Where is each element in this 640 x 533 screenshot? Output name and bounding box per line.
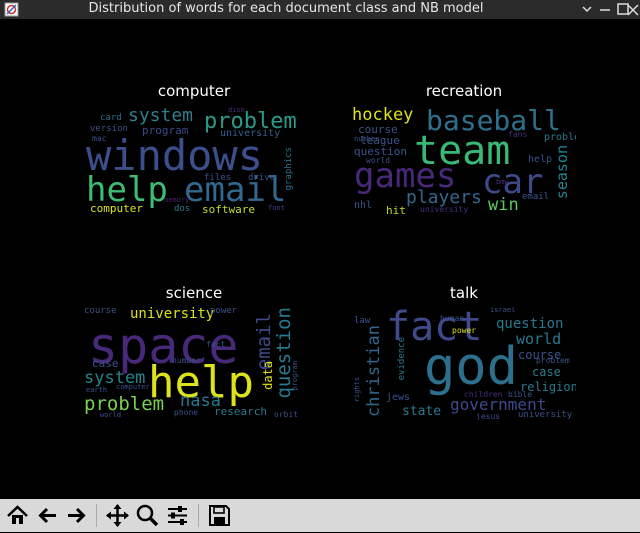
cloud-word: number [354, 135, 380, 143]
cloud-word: number [172, 356, 201, 365]
cloud-word: power [210, 307, 238, 316]
cloud-word: power [452, 326, 477, 335]
window-titlebar: Distribution of words for each document … [0, 0, 640, 19]
cloud-word: children [464, 390, 503, 399]
cloud-word: mac [92, 134, 107, 143]
cloud-word: fans [508, 130, 528, 139]
cloud-word: university [420, 205, 469, 214]
cloud-word: research [214, 405, 267, 418]
cloud-word: drive [248, 173, 276, 183]
cloud-word: university [518, 410, 573, 420]
cloud-word: software [202, 203, 255, 216]
cloud-word: god [424, 337, 518, 397]
cloud-word: world [366, 156, 391, 165]
sliders-icon [168, 506, 187, 525]
arrow-right-icon [68, 507, 86, 524]
cloud-word: christian [364, 325, 384, 418]
cloud-word: nhl [354, 200, 373, 211]
maximize-button[interactable] [596, 1, 614, 18]
cloud-word: problem [84, 393, 165, 415]
cloud-word: state [402, 404, 442, 419]
cloud-word: program [291, 361, 299, 391]
floppy-icon [209, 505, 230, 526]
home-icon [7, 505, 28, 524]
wordcloud-recreation: team games car baseball hockey players s… [352, 107, 576, 218]
cloud-word: font [268, 204, 285, 212]
wordcloud-talk: fact god christian question government w… [352, 307, 576, 420]
panel-title-talk: talk [450, 284, 478, 302]
close-button[interactable] [626, 1, 640, 18]
cloud-word: computer [116, 383, 150, 391]
cloud-word: world [100, 411, 122, 419]
cloud-word: problem [536, 356, 570, 365]
chevron-down-icon [582, 6, 592, 13]
save-button[interactable] [206, 502, 233, 529]
cloud-word: card [100, 113, 122, 123]
cloud-word: law [354, 316, 371, 326]
cloud-word: orbit [274, 410, 299, 419]
cloud-word: bmw [496, 178, 509, 186]
cloud-word: data [261, 361, 275, 390]
cloud-word: phone [174, 408, 199, 417]
cloud-word: jesus [476, 412, 501, 421]
cloud-word: case [532, 365, 561, 379]
home-button[interactable] [4, 502, 31, 529]
cloud-word: israel [490, 307, 516, 314]
cloud-word: human [440, 314, 465, 323]
subplots-button[interactable] [164, 502, 191, 529]
cloud-word: question [496, 316, 564, 332]
cloud-word: disk [228, 107, 245, 114]
cloud-word: jews [386, 392, 411, 403]
cloud-word: university [220, 128, 281, 139]
panel-title-computer: computer [157, 82, 231, 100]
cloud-word: earth [86, 386, 108, 394]
wordcloud-science: space help university email question sys… [84, 307, 306, 420]
cloud-word: files [204, 173, 232, 183]
back-button[interactable] [34, 502, 61, 529]
cloud-word: baseball [426, 107, 561, 137]
cloud-word: problem [544, 132, 576, 143]
panel-title-recreation: recreation [425, 82, 503, 100]
cloud-word: email [522, 192, 550, 202]
minus-icon [600, 9, 610, 11]
arrow-left-icon [38, 507, 56, 524]
cloud-word: system [128, 107, 194, 126]
cloud-word: rights [353, 377, 361, 403]
minimize-button[interactable] [578, 1, 596, 18]
cloud-word: program [142, 124, 189, 137]
forward-button[interactable] [63, 502, 90, 529]
wordcloud-computer: windows help email problem system progra… [84, 107, 306, 218]
window-title: Distribution of words for each document … [88, 1, 484, 16]
cloud-word: world [516, 330, 562, 348]
cloud-word: win [488, 195, 519, 215]
cloud-word: evidence [397, 337, 407, 381]
cloud-word: dos [174, 204, 191, 214]
cloud-word: university [130, 307, 215, 322]
cloud-word: case [92, 357, 119, 370]
cloud-word: season [553, 145, 571, 200]
cloud-word: version [90, 124, 128, 134]
pan-button[interactable] [104, 502, 131, 529]
cloud-word: hockey [352, 107, 414, 125]
cloud-word: computer [90, 202, 143, 215]
move-icon [106, 504, 129, 527]
toolbar-separator [198, 504, 199, 527]
cloud-word: memory [164, 196, 190, 204]
cloud-word: graphics [284, 147, 294, 191]
toolbar-separator [96, 504, 97, 527]
cloud-word: course [84, 307, 117, 316]
navigation-toolbar [0, 499, 640, 532]
close-icon [627, 4, 639, 16]
zoom-button[interactable] [134, 502, 161, 529]
panel-title-science: science [165, 284, 223, 302]
cloud-word: hit [386, 204, 406, 217]
cloud-word: bible [508, 390, 533, 399]
magnifier-icon [136, 504, 159, 527]
cloud-word: fact [206, 340, 226, 349]
cloud-word: help [528, 154, 553, 165]
figure-canvas: computer recreation science talk windows… [0, 19, 640, 499]
